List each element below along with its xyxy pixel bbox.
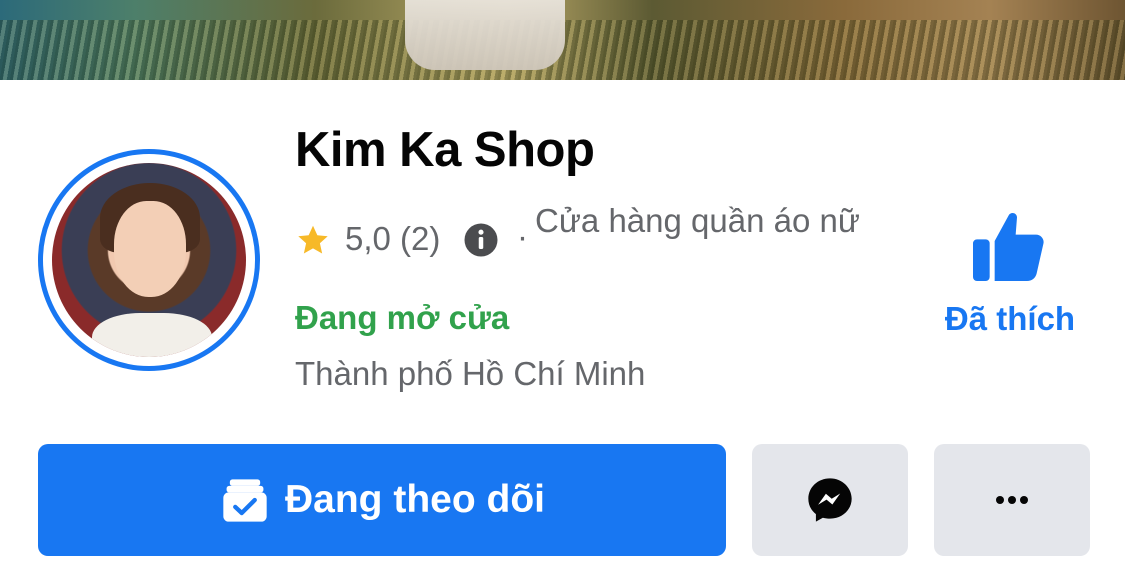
cover-photo-figure bbox=[405, 0, 565, 70]
messenger-icon bbox=[808, 478, 852, 522]
liked-label: Đã thích bbox=[944, 300, 1076, 337]
info-icon[interactable] bbox=[463, 222, 499, 258]
location: Thành phố Hồ Chí Minh bbox=[295, 355, 646, 392]
more-icon bbox=[996, 496, 1028, 504]
page-title: Kim Ka Shop bbox=[295, 123, 595, 177]
open-status: Đang mở cửa bbox=[295, 299, 510, 336]
following-check-icon bbox=[223, 479, 267, 522]
messenger-button[interactable] bbox=[752, 444, 908, 556]
star-icon bbox=[298, 225, 328, 254]
thumbs-up-icon bbox=[973, 213, 1044, 281]
following-button[interactable]: Đang theo dõi bbox=[38, 444, 726, 556]
separator-dot: · bbox=[517, 218, 528, 255]
rating-value[interactable]: 5,0 (2) bbox=[345, 220, 440, 258]
page-category: Cửa hàng quần áo nữ bbox=[535, 202, 860, 239]
avatar-face bbox=[114, 201, 186, 297]
avatar bbox=[52, 163, 246, 357]
cover-photo[interactable] bbox=[0, 0, 1125, 80]
rating-category-row: 5,0 (2) · Cửa hàng quần áo nữ bbox=[295, 200, 860, 280]
following-label: Đang theo dõi bbox=[285, 478, 545, 521]
more-button[interactable] bbox=[934, 444, 1090, 556]
liked-button[interactable]: Đã thích bbox=[930, 200, 1090, 350]
profile-picture[interactable] bbox=[38, 149, 260, 371]
avatar-shirt bbox=[92, 313, 212, 357]
